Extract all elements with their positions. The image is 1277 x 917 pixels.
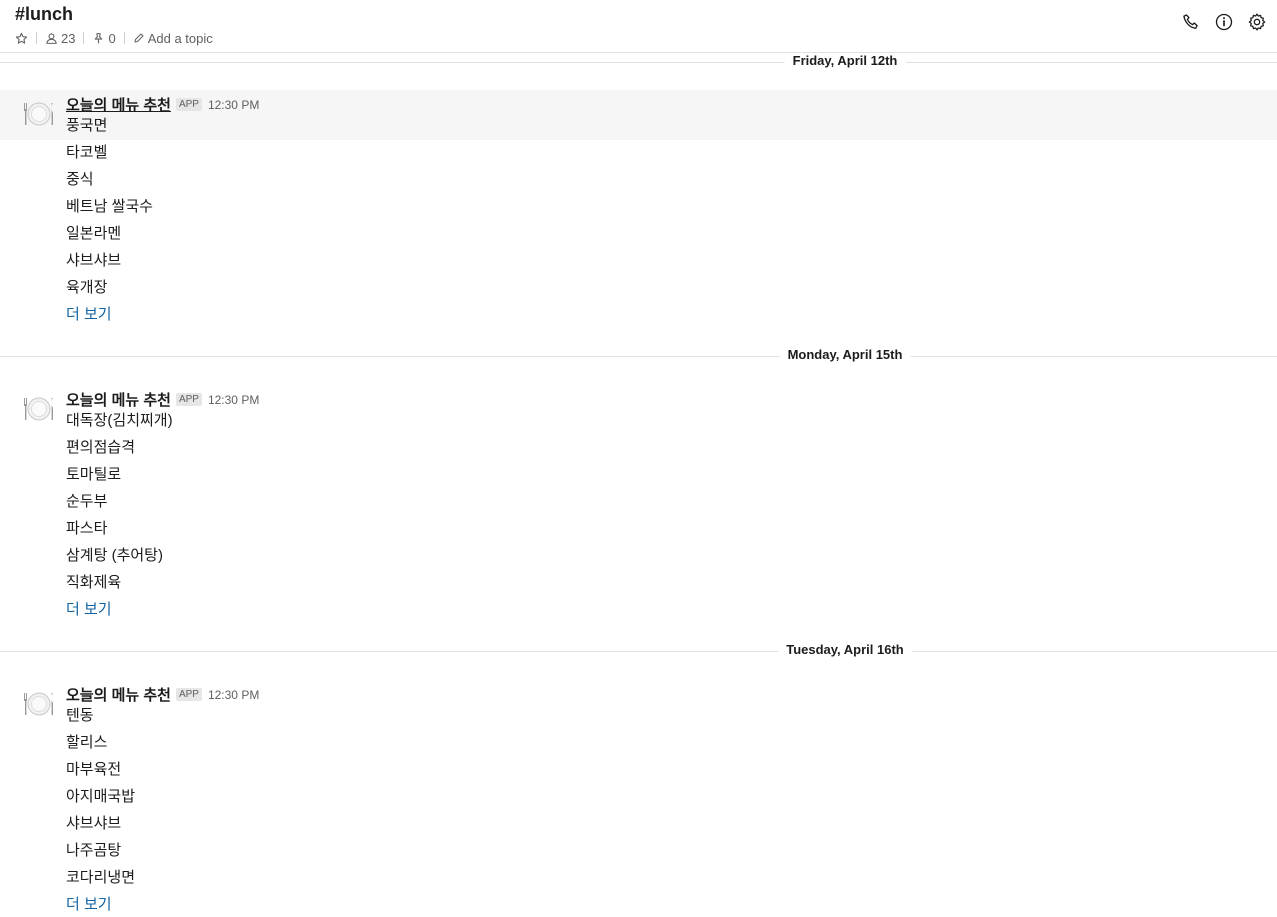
avatar[interactable] <box>22 689 56 719</box>
menu-item: 삼계탕 (추어탕) <box>66 547 163 564</box>
star-icon <box>15 32 28 45</box>
channel-header: #lunch 23 0 Add a topic <box>0 0 1277 53</box>
fork-plate-knife-icon <box>24 397 53 421</box>
menu-item: 샤브샤브 <box>66 815 122 832</box>
channel-title[interactable]: #lunch <box>15 4 73 25</box>
date-divider: Monday, April 15th <box>0 346 1277 366</box>
message: 오늘의 메뉴 추천 APP 12:30 PM 텐동 할리스 마부육전 아지매국밥… <box>0 680 1277 917</box>
menu-item: 마부육전 <box>66 761 122 778</box>
show-more-link[interactable]: 더 보기 <box>66 303 112 324</box>
call-button[interactable] <box>1181 12 1201 32</box>
avatar[interactable] <box>22 394 56 424</box>
meta-separator <box>83 32 85 44</box>
divider-line <box>0 651 1277 652</box>
phone-icon <box>1183 14 1198 29</box>
members-button[interactable]: 23 <box>45 31 75 46</box>
message: 오늘의 메뉴 추천 APP 12:30 PM 풍국면 타코벨 중식 베트남 쌀국… <box>0 90 1277 330</box>
meta-separator <box>123 32 125 44</box>
sender-name[interactable]: 오늘의 메뉴 추천 <box>66 684 171 705</box>
date-divider: Tuesday, April 16th <box>0 641 1277 661</box>
channel-details-button[interactable] <box>1214 12 1234 32</box>
menu-item: 나주곰탕 <box>66 842 122 859</box>
message-header: 오늘의 메뉴 추천 APP 12:30 PM <box>66 94 259 115</box>
menu-item: 아지매국밥 <box>66 788 136 805</box>
menu-item: 베트남 쌀국수 <box>66 198 153 215</box>
message-header: 오늘의 메뉴 추천 APP 12:30 PM <box>66 684 259 705</box>
menu-item: 할리스 <box>66 734 108 751</box>
menu-item: 중식 <box>66 171 94 188</box>
avatar[interactable] <box>22 99 56 129</box>
date-divider: Friday, April 12th <box>0 52 1277 72</box>
divider-line <box>0 62 1277 63</box>
date-label[interactable]: Friday, April 12th <box>784 53 906 68</box>
app-badge: APP <box>175 393 202 406</box>
channel-meta: 23 0 Add a topic <box>15 30 213 46</box>
app-badge: APP <box>175 98 202 111</box>
add-topic-button[interactable]: Add a topic <box>133 31 213 46</box>
menu-item: 풍국면 <box>66 117 108 134</box>
show-more-link[interactable]: 더 보기 <box>66 598 112 619</box>
pinned-button[interactable]: 0 <box>92 30 116 46</box>
pencil-icon <box>133 32 145 44</box>
message-timestamp[interactable]: 12:30 PM <box>208 393 259 407</box>
menu-item: 타코벨 <box>66 144 108 161</box>
menu-item: 편의점습격 <box>66 439 136 456</box>
person-icon <box>45 32 58 45</box>
menu-list: 텐동 할리스 마부육전 아지매국밥 샤브샤브 나주곰탕 코다리냉면 <box>66 705 135 894</box>
menu-item: 순두부 <box>66 493 108 510</box>
message: 오늘의 메뉴 추천 APP 12:30 PM 대독장(김치찌개) 편의점습격 토… <box>0 385 1277 625</box>
message-timestamp[interactable]: 12:30 PM <box>208 688 259 702</box>
menu-item: 텐동 <box>66 707 94 724</box>
menu-list: 대독장(김치찌개) 편의점습격 토마틸로 순두부 파스타 삼계탕 (추어탕) 직… <box>66 410 173 599</box>
menu-list: 풍국면 타코벨 중식 베트남 쌀국수 일본라멘 샤브샤브 육개장 <box>66 115 153 304</box>
sender-name[interactable]: 오늘의 메뉴 추천 <box>66 389 171 410</box>
menu-item: 육개장 <box>66 279 108 296</box>
menu-item: 샤브샤브 <box>66 252 122 269</box>
menu-item: 코다리냉면 <box>66 869 136 886</box>
gear-icon <box>1248 13 1266 31</box>
pinned-count: 0 <box>108 30 116 46</box>
add-topic-label: Add a topic <box>147 30 213 46</box>
fork-plate-knife-icon <box>24 692 53 716</box>
member-count: 23 <box>61 30 76 46</box>
menu-item: 토마틸로 <box>66 466 122 483</box>
menu-item: 일본라멘 <box>66 225 122 242</box>
show-more-link[interactable]: 더 보기 <box>66 893 112 914</box>
star-button[interactable] <box>15 32 28 45</box>
sender-name[interactable]: 오늘의 메뉴 추천 <box>66 94 171 115</box>
divider-line <box>0 356 1277 357</box>
info-icon <box>1215 13 1233 31</box>
meta-separator <box>36 32 37 44</box>
pin-icon <box>92 32 105 45</box>
date-label[interactable]: Monday, April 15th <box>779 347 911 362</box>
message-header: 오늘의 메뉴 추천 APP 12:30 PM <box>66 389 259 410</box>
menu-item: 파스타 <box>66 520 108 537</box>
app-badge: APP <box>175 688 202 701</box>
message-timestamp[interactable]: 12:30 PM <box>208 98 259 112</box>
menu-item: 대독장(김치찌개) <box>66 412 173 429</box>
fork-plate-knife-icon <box>24 102 53 126</box>
menu-item: 직화제육 <box>66 574 122 591</box>
channel-settings-button[interactable] <box>1247 12 1267 32</box>
date-label[interactable]: Tuesday, April 16th <box>778 642 912 657</box>
header-actions <box>1181 12 1267 32</box>
